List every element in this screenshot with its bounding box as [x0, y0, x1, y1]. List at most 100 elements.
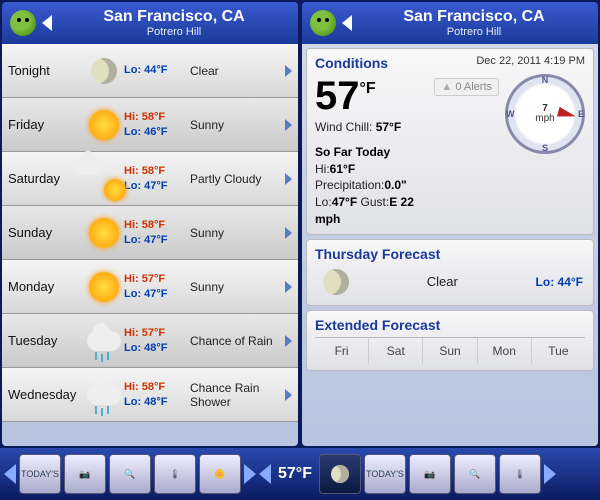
- weatherbug-logo-icon[interactable]: [310, 10, 336, 36]
- compass-needle-icon: [557, 107, 577, 121]
- sofar-hi: 61°F: [330, 162, 355, 176]
- extended-days: FriSatSunMonTue: [315, 337, 585, 364]
- forecast-condition: Chance of Rain: [186, 334, 285, 348]
- wind-compass: N S E W 7mph: [505, 74, 585, 154]
- forecast-condition: Sunny: [186, 226, 285, 240]
- forecast-lo: Lo: 46°F: [124, 125, 186, 139]
- conditions-title: Conditions: [315, 55, 388, 71]
- chevron-right-icon: [285, 281, 292, 293]
- rain-icon: [87, 331, 121, 351]
- bottom-toolbar: TODAY'S 📷 🔍 🌡 🌼 57°F TODAY'S 📷 🔍 🌡: [0, 448, 600, 500]
- forecast-condition: Clear: [186, 64, 285, 78]
- rain-icon: [87, 385, 121, 405]
- sofar-precip: 0.0": [384, 178, 406, 192]
- forecast-hi: Hi: 57°F: [124, 272, 186, 286]
- forecast-lo: Lo: 47°F: [124, 179, 186, 193]
- back-arrow-icon[interactable]: [342, 15, 352, 31]
- chevron-right-icon: [285, 173, 292, 185]
- forecast-lo: Lo: 44°F: [124, 63, 186, 77]
- extended-day[interactable]: Fri: [315, 338, 369, 364]
- toolbar-todays-icon[interactable]: TODAY'S: [19, 454, 61, 494]
- extended-day[interactable]: Mon: [478, 338, 532, 364]
- sofar-label: So Far Today: [315, 145, 390, 159]
- forecast-day: Tuesday: [8, 333, 84, 348]
- location-subtitle: Potrero Hill: [58, 26, 290, 38]
- toolbar-camera2-icon[interactable]: 🔍: [454, 454, 496, 494]
- forecast-day: Sunday: [8, 225, 84, 240]
- forecast-day: Saturday: [8, 171, 84, 186]
- header-left: San Francisco, CA Potrero Hill: [2, 2, 298, 44]
- alerts-button[interactable]: 0 Alerts: [434, 78, 499, 96]
- weatherbug-logo-icon[interactable]: [10, 10, 36, 36]
- sun-icon: [89, 110, 119, 140]
- forecast-lo: Lo: 48°F: [124, 341, 186, 355]
- extended-day[interactable]: Sun: [423, 338, 477, 364]
- toolbar-camera-icon[interactable]: 🔍: [109, 454, 151, 494]
- toolbar-thermo2-icon[interactable]: 🌡: [499, 454, 541, 494]
- sun-icon: [89, 218, 119, 248]
- forecast-row[interactable]: Monday Hi: 57°FLo: 47°FSunny: [2, 260, 298, 314]
- toolbar-thermo-icon[interactable]: 🌡: [154, 454, 196, 494]
- toolbar-moon-icon[interactable]: [319, 454, 361, 494]
- forecast-hi: Hi: 58°F: [124, 380, 186, 394]
- today-cond: Clear: [361, 274, 524, 289]
- temp-unit: °F: [360, 80, 376, 97]
- forecast-day: Friday: [8, 117, 84, 132]
- back-arrow-icon[interactable]: [42, 15, 52, 31]
- toolbar-todays2-icon[interactable]: TODAY'S: [364, 454, 406, 494]
- today-lo: Lo: 44°F: [536, 275, 583, 289]
- forecast-condition: Chance Rain Shower: [186, 381, 285, 409]
- extended-day[interactable]: Tue: [532, 338, 585, 364]
- extended-forecast-panel: Extended Forecast FriSatSunMonTue: [306, 310, 594, 371]
- nav-right-icon[interactable]: [544, 464, 556, 484]
- toolbar-temp: 57°F: [274, 465, 316, 483]
- moon-icon: [91, 58, 117, 84]
- forecast-lo: Lo: 47°F: [124, 233, 186, 247]
- chevron-right-icon: [285, 389, 292, 401]
- forecast-list: TonightLo: 44°FClearFridayHi: 58°FLo: 46…: [2, 44, 298, 446]
- forecast-row[interactable]: Sunday Hi: 58°FLo: 47°FSunny: [2, 206, 298, 260]
- toolbar-flower-icon[interactable]: 🌼: [199, 454, 241, 494]
- chevron-right-icon: [285, 335, 292, 347]
- current-temp: 57: [315, 74, 360, 119]
- nav-left-icon[interactable]: [259, 464, 271, 484]
- extended-day[interactable]: Sat: [369, 338, 423, 364]
- forecast-condition: Sunny: [186, 118, 285, 132]
- extended-title: Extended Forecast: [315, 317, 585, 333]
- windchill-value: 57°F: [376, 120, 401, 134]
- toolbar-photos2-icon[interactable]: 📷: [409, 454, 451, 494]
- moon-icon: [323, 269, 349, 295]
- forecast-row[interactable]: FridayHi: 58°FLo: 46°FSunny: [2, 98, 298, 152]
- today-forecast-title: Thursday Forecast: [315, 246, 585, 262]
- location-title[interactable]: San Francisco, CA: [358, 8, 590, 26]
- today-forecast-panel[interactable]: Thursday Forecast Clear Lo: 44°F: [306, 239, 594, 306]
- forecast-condition: Sunny: [186, 280, 285, 294]
- forecast-lo: Lo: 48°F: [124, 395, 186, 409]
- header-right: San Francisco, CA Potrero Hill: [302, 2, 598, 44]
- forecast-hi: Hi: 58°F: [124, 164, 186, 178]
- forecast-day: Monday: [8, 279, 84, 294]
- forecast-day: Tonight: [8, 63, 84, 78]
- forecast-lo: Lo: 47°F: [124, 287, 186, 301]
- forecast-row[interactable]: Saturday Hi: 58°FLo: 47°FPartly Cloudy: [2, 152, 298, 206]
- conditions-screen: San Francisco, CA Potrero Hill Condition…: [302, 2, 598, 446]
- location-subtitle: Potrero Hill: [358, 26, 590, 38]
- timestamp: Dec 22, 2011 4:19 PM: [476, 55, 585, 74]
- toolbar-photos-icon[interactable]: 📷: [64, 454, 106, 494]
- chevron-right-icon: [285, 119, 292, 131]
- sofar-lo: 47°F: [332, 195, 357, 209]
- chevron-right-icon: [285, 65, 292, 77]
- location-title[interactable]: San Francisco, CA: [58, 8, 290, 26]
- forecast-row[interactable]: Tuesday Hi: 57°FLo: 48°FChance of Rain: [2, 314, 298, 368]
- chevron-right-icon: [285, 227, 292, 239]
- forecast-condition: Partly Cloudy: [186, 172, 285, 186]
- sun-icon: [89, 272, 119, 302]
- conditions-panel: Conditions Dec 22, 2011 4:19 PM 57°F Win…: [306, 48, 594, 235]
- nav-left-icon[interactable]: [4, 464, 16, 484]
- forecast-row[interactable]: Tonight Lo: 44°FClear: [2, 44, 298, 98]
- nav-right-icon[interactable]: [244, 464, 256, 484]
- forecast-hi: Hi: 57°F: [124, 326, 186, 340]
- forecast-hi: Hi: 58°F: [124, 218, 186, 232]
- forecast-row[interactable]: Wednesday Hi: 58°FLo: 48°FChance Rain Sho…: [2, 368, 298, 422]
- forecast-day: Wednesday: [8, 387, 84, 402]
